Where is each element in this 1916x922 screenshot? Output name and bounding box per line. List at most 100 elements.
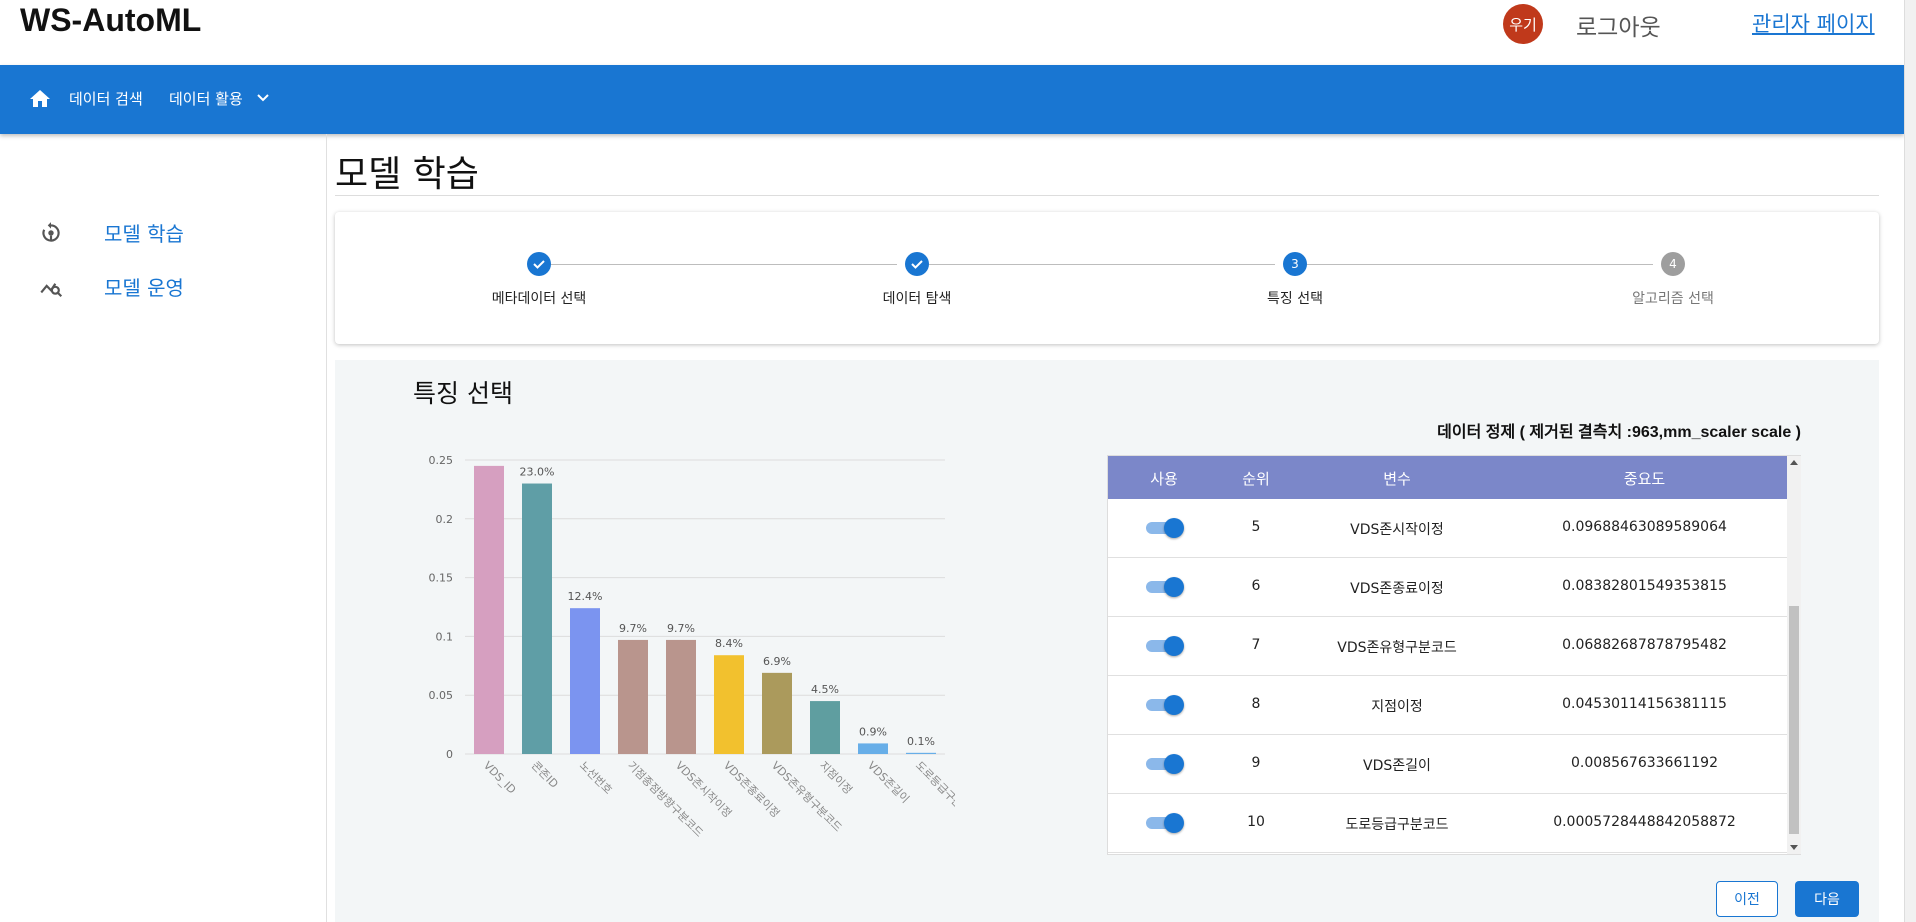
bar[interactable] [522, 483, 552, 754]
column-header[interactable]: 순위 [1220, 468, 1292, 489]
query-stats-icon [40, 282, 63, 297]
bar[interactable] [666, 639, 696, 754]
importance-cell: 0.08382801549353815 [1562, 578, 1727, 594]
step-label: 알고리즘 선택 [1632, 291, 1714, 307]
check-icon [527, 252, 551, 276]
next-button[interactable]: 다음 [1795, 881, 1859, 917]
rank-cell: 10 [1247, 814, 1265, 830]
home-icon[interactable] [28, 87, 52, 111]
nav-data-search[interactable]: 데이터 검색 [69, 88, 143, 109]
prev-button[interactable]: 이전 [1716, 881, 1778, 917]
x-tick-label: 도로등급구분코드 [913, 759, 955, 825]
use-toggle[interactable] [1146, 754, 1184, 774]
sidebar: 모델 학습 모델 운영 [0, 134, 327, 922]
main-nav: 데이터 검색 데이터 활용 [0, 65, 1904, 134]
feature-table: 사용 순위 변수 중요도 5 VDS존시작이정 0.0968846308958906… [1107, 455, 1801, 855]
column-header[interactable]: 사용 [1108, 468, 1220, 489]
y-tick-label: 0 [446, 748, 453, 761]
table-row[interactable]: 10 도로등급구분코드 0.0005728448842058872 [1108, 794, 1787, 853]
step-number: 3 [1283, 252, 1307, 276]
bar[interactable] [570, 608, 600, 754]
importance-cell: 0.008567633661192 [1571, 755, 1718, 771]
importance-cell: 0.0005728448842058872 [1553, 814, 1736, 830]
y-tick-label: 0.1 [436, 630, 454, 643]
chevron-down-icon[interactable] [256, 93, 270, 103]
rank-cell: 6 [1251, 578, 1261, 594]
step-feature-select: 3 특징 선택 [1195, 252, 1395, 308]
bar[interactable] [714, 655, 744, 754]
table-row[interactable]: 8 지점이정 0.04530114156381115 [1108, 676, 1787, 735]
variable-cell: 도로등급구분코드 [1345, 817, 1449, 833]
x-tick-label: 노선번호 [577, 759, 615, 797]
use-toggle[interactable] [1146, 518, 1184, 538]
y-tick-label: 0.05 [429, 689, 454, 702]
table-row[interactable]: 9 VDS존길이 0.008567633661192 [1108, 735, 1787, 794]
bar[interactable] [474, 465, 504, 754]
importance-cell: 0.06882687878795482 [1562, 637, 1727, 653]
bar[interactable] [810, 701, 840, 754]
use-toggle[interactable] [1146, 577, 1184, 597]
table-row[interactable]: 7 VDS존유형구분코드 0.06882687878795482 [1108, 617, 1787, 676]
rank-cell: 7 [1251, 637, 1261, 653]
logout-button[interactable]: 로그아웃 [1576, 8, 1661, 42]
data-label: 0.9% [859, 725, 887, 738]
table-row[interactable]: 5 VDS존시작이정 0.09688463089589064 [1108, 499, 1787, 558]
bar[interactable] [858, 743, 888, 754]
y-tick-label: 0.15 [429, 572, 454, 585]
column-header[interactable]: 중요도 [1502, 468, 1787, 489]
x-tick-label: VDS존길이 [865, 759, 912, 806]
nav-data-usage[interactable]: 데이터 활용 [169, 88, 243, 109]
scroll-down-icon[interactable] [1790, 845, 1798, 850]
use-toggle[interactable] [1146, 813, 1184, 833]
bar[interactable] [618, 639, 648, 754]
check-icon [905, 252, 929, 276]
page-scrollbar[interactable] [1904, 0, 1916, 922]
avatar[interactable]: 우기 [1503, 4, 1543, 44]
data-label: 6.9% [763, 655, 791, 668]
y-tick-label: 0.2 [436, 513, 454, 526]
scroll-up-icon[interactable] [1790, 460, 1798, 465]
sidebar-item-model-train[interactable]: 모델 학습 [38, 218, 184, 247]
rank-cell: 5 [1251, 519, 1261, 535]
scroll-thumb[interactable] [1789, 606, 1799, 834]
column-header[interactable]: 변수 [1292, 468, 1502, 489]
sidebar-item-model-ops[interactable]: 모델 운영 [38, 272, 184, 301]
x-tick-label: 지점이정 [817, 759, 855, 797]
data-label: 12.4% [568, 590, 603, 603]
brand-logo[interactable]: WS-AutoML [20, 2, 201, 39]
page-title: 모델 학습 [335, 154, 479, 195]
stepper: 메타데이터 선택 데이터 탐색 3 특징 선택 4 알고리즘 선택 [335, 212, 1879, 344]
use-toggle[interactable] [1146, 636, 1184, 656]
variable-cell: VDS존길이 [1363, 758, 1431, 774]
step-metadata: 메타데이터 선택 [439, 252, 639, 308]
divider [335, 195, 1879, 196]
variable-cell: VDS존종료이정 [1350, 581, 1444, 597]
data-label: 9.7% [619, 622, 647, 635]
data-label: 23.0% [520, 466, 555, 479]
feature-importance-chart: 0 0.05 0.1 0.15 0.2 0.25 VDS_ID 23.0% 콘존ID 12.4% 노… [429, 454, 956, 840]
table-header: 사용 순위 변수 중요도 [1108, 456, 1787, 499]
data-label: 8.4% [715, 637, 743, 650]
table-scrollbar[interactable] [1787, 456, 1801, 854]
sidebar-item-label: 모델 운영 [104, 276, 184, 300]
bar[interactable] [906, 752, 936, 754]
top-header: WS-AutoML 우기 로그아웃 관리자 페이지 [0, 0, 1904, 65]
x-tick-label: VDS_ID [481, 759, 519, 797]
x-tick-label: 콘존ID [529, 759, 561, 791]
section-title: 특징 선택 [413, 379, 513, 408]
rank-cell: 8 [1251, 696, 1261, 712]
data-label: 9.7% [667, 622, 695, 635]
step-label: 메타데이터 선택 [491, 291, 587, 307]
importance-cell: 0.04530114156381115 [1562, 696, 1727, 712]
step-number: 4 [1661, 252, 1685, 276]
feature-select-panel: 특징 선택 0 0.05 0.1 0.15 0.2 0.25 VDS_ID 23.0% 콘존ID… [335, 360, 1879, 922]
use-toggle[interactable] [1146, 695, 1184, 715]
variable-cell: 지점이정 [1371, 699, 1423, 715]
variable-cell: VDS존유형구분코드 [1337, 640, 1457, 656]
rank-cell: 9 [1251, 755, 1261, 771]
table-row[interactable]: 6 VDS존종료이정 0.08382801549353815 [1108, 558, 1787, 617]
sidebar-item-label: 모델 학습 [104, 222, 184, 246]
bar[interactable] [762, 672, 792, 754]
admin-page-link[interactable]: 관리자 페이지 [1752, 8, 1875, 38]
importance-cell: 0.09688463089589064 [1562, 519, 1727, 535]
